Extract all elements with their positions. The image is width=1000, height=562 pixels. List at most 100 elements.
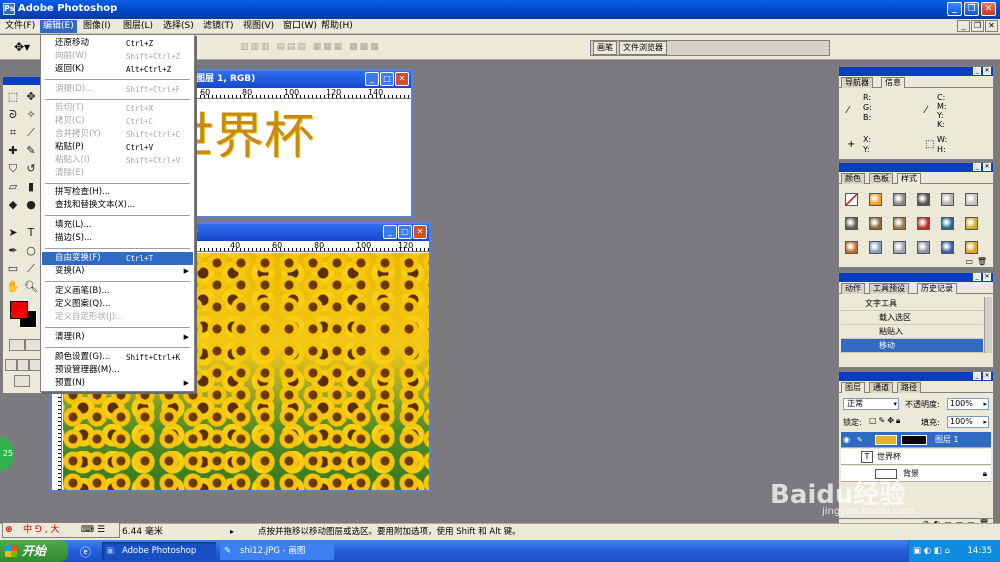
doc-minimize-button[interactable]: _ <box>383 225 397 239</box>
style-swatch[interactable] <box>869 193 882 206</box>
style-swatch[interactable] <box>893 193 906 206</box>
menu-item-color-settings[interactable]: 颜色设置(G)... Shift+Ctrl+K <box>42 351 193 364</box>
doc-minimize-button[interactable]: _ <box>365 72 379 86</box>
tab-channels[interactable]: 通道 <box>869 382 893 393</box>
slice-tool-icon[interactable]: ⟋ <box>23 125 39 141</box>
magic-wand-tool-icon[interactable]: ✧ <box>23 107 39 123</box>
menu-item-purge[interactable]: 清理(R) ▶ <box>42 331 193 344</box>
menu-item-define-brush[interactable]: 定义画笔(B)... <box>42 285 193 298</box>
style-swatch[interactable] <box>869 217 882 230</box>
new-style-icon[interactable]: ▭ <box>965 257 973 266</box>
tab-info[interactable]: 信息 <box>881 77 905 88</box>
ime-menu-icon[interactable]: ☰ <box>97 523 105 537</box>
gradient-tool-icon[interactable]: ▮ <box>23 179 39 195</box>
style-swatch[interactable] <box>845 193 858 206</box>
opacity-field[interactable]: 100% ▸ <box>947 398 989 410</box>
history-state[interactable]: 载入选区 <box>841 311 983 325</box>
standard-mode-button[interactable] <box>9 339 25 351</box>
restore-button[interactable]: ❐ <box>964 2 979 16</box>
history-state[interactable]: 文字工具 <box>841 297 983 311</box>
menu-item-step-forward[interactable]: 向前(W) Shift+Ctrl+Z <box>42 50 193 63</box>
menu-item-paste[interactable]: 粘贴(P) Ctrl+V <box>42 141 193 154</box>
tab-history[interactable]: 历史记录 <box>917 283 957 294</box>
menu-item-paste-into[interactable]: 粘贴入(I) Shift+Ctrl+V <box>42 154 193 167</box>
move-tool-preset-icon[interactable]: ✥▾ <box>14 40 30 54</box>
menu-item-free-transform[interactable]: 自由变换(F) Ctrl+T <box>42 252 193 265</box>
style-swatch[interactable] <box>941 193 954 206</box>
menu-item-copy[interactable]: 拷贝(C) Ctrl+C <box>42 115 193 128</box>
tab-navigator[interactable]: 导航器 <box>841 77 873 88</box>
crop-tool-icon[interactable]: ⌗ <box>5 125 21 141</box>
style-swatch[interactable] <box>845 217 858 230</box>
style-swatch[interactable] <box>845 241 858 254</box>
style-swatch[interactable] <box>965 241 978 254</box>
palette-close-button[interactable]: ✕ <box>983 163 991 171</box>
menu-item-preset-manager[interactable]: 预设管理器(M)... <box>42 364 193 377</box>
tab-styles[interactable]: 样式 <box>897 173 921 184</box>
jump-to-imageready-button[interactable] <box>14 375 30 387</box>
menu-item-copy-merged[interactable]: 合并拷贝(Y) Shift+Ctrl+C <box>42 128 193 141</box>
menu-item-find-replace[interactable]: 查找和替换文本(X)... <box>42 199 193 212</box>
type-tool-icon[interactable]: T <box>23 225 39 241</box>
style-swatch[interactable] <box>941 241 954 254</box>
shape-tool-icon[interactable]: ○ <box>23 243 39 259</box>
menu-item-define-custom-shape[interactable]: 定义自定形状(J)... <box>42 311 193 324</box>
menu-item-undo-move[interactable]: 还原移动 Ctrl+Z <box>42 37 193 50</box>
taskbar-item-paint[interactable]: ✎ shi12.JPG - 画图 <box>220 542 334 560</box>
menu-item-step-backward[interactable]: 返回(K) Alt+Ctrl+Z <box>42 63 193 76</box>
menu-view[interactable]: 视图(V) <box>240 20 277 33</box>
tab-paths[interactable]: 路径 <box>897 382 921 393</box>
eyedropper-tool-icon[interactable]: ⟋ <box>23 261 39 277</box>
move-tool-icon[interactable]: ✥ <box>23 89 39 105</box>
palette-close-button[interactable]: ✕ <box>983 67 991 75</box>
menu-help[interactable]: 帮助(H) <box>318 20 356 33</box>
lock-options-icon[interactable]: ▢✎✥🔒︎ <box>869 416 902 426</box>
delete-style-icon[interactable]: 🗑︎ <box>977 257 987 266</box>
zoom-tool-icon[interactable]: 🔍︎ <box>23 279 39 295</box>
doc-maximize-button[interactable]: □ <box>398 225 412 239</box>
history-state-current[interactable]: 移动 <box>841 339 983 353</box>
close-button[interactable]: ✕ <box>981 2 996 16</box>
foreground-color-swatch[interactable] <box>10 301 28 319</box>
palette-minimize-button[interactable]: _ <box>973 67 981 75</box>
pen-tool-icon[interactable]: ✒ <box>5 243 21 259</box>
screen-mode-full-menu-button[interactable] <box>17 359 29 371</box>
palette-close-button[interactable]: ✕ <box>983 273 991 281</box>
menu-item-cut[interactable]: 剪切(T) Ctrl+X <box>42 102 193 115</box>
tray-icons[interactable]: ▣ ◐ ◧ ⌂ <box>913 540 950 562</box>
tab-swatches[interactable]: 色板 <box>869 173 893 184</box>
hand-tool-icon[interactable]: ✋ <box>5 279 21 295</box>
start-button[interactable]: 开始 <box>0 540 68 562</box>
layer-row-text[interactable]: T 世界杯 <box>841 449 991 465</box>
history-scrollbar[interactable] <box>984 297 992 353</box>
menu-filter[interactable]: 滤镜(T) <box>200 20 237 33</box>
history-brush-icon[interactable]: ↺ <box>23 161 39 177</box>
eraser-tool-icon[interactable]: ▱ <box>5 179 21 195</box>
menu-item-define-pattern[interactable]: 定义图案(Q)... <box>42 298 193 311</box>
menu-window[interactable]: 窗口(W) <box>280 20 320 33</box>
eye-icon[interactable]: ◉ <box>843 432 850 448</box>
style-swatch[interactable] <box>965 217 978 230</box>
tab-actions[interactable]: 动作 <box>841 283 865 294</box>
tab-color[interactable]: 颜色 <box>841 173 865 184</box>
notes-tool-icon[interactable]: ▭ <box>5 261 21 277</box>
menu-item-stroke[interactable]: 描边(S)... <box>42 232 193 245</box>
style-swatch[interactable] <box>893 217 906 230</box>
fill-field[interactable]: 100% ▸ <box>947 416 989 428</box>
palette-close-button[interactable]: ✕ <box>983 372 991 380</box>
layer-row-layer-1[interactable]: ◉ ✎ 图层 1 <box>841 432 991 448</box>
menu-item-preferences[interactable]: 预置(N) ▶ <box>42 377 193 390</box>
menu-file[interactable]: 文件(F) <box>2 20 38 33</box>
menu-image[interactable]: 图像(I) <box>80 20 114 33</box>
healing-brush-icon[interactable]: ✚ <box>5 143 21 159</box>
quick-mask-button[interactable] <box>25 339 41 351</box>
palette-minimize-button[interactable]: _ <box>973 163 981 171</box>
menu-layer[interactable]: 图层(L) <box>120 20 156 33</box>
tab-tool-presets[interactable]: 工具预设 <box>869 283 909 294</box>
doc-close-button[interactable]: ✕ <box>395 72 409 86</box>
style-swatch[interactable] <box>917 217 930 230</box>
menu-item-fill[interactable]: 填充(L)... <box>42 219 193 232</box>
ime-toolbar[interactable]: ⊕ 中 ⅁ , 大 ⌨ ☰ <box>2 522 120 538</box>
marquee-tool-icon[interactable]: ⬚ <box>5 89 21 105</box>
dodge-tool-icon[interactable]: ● <box>23 197 39 213</box>
